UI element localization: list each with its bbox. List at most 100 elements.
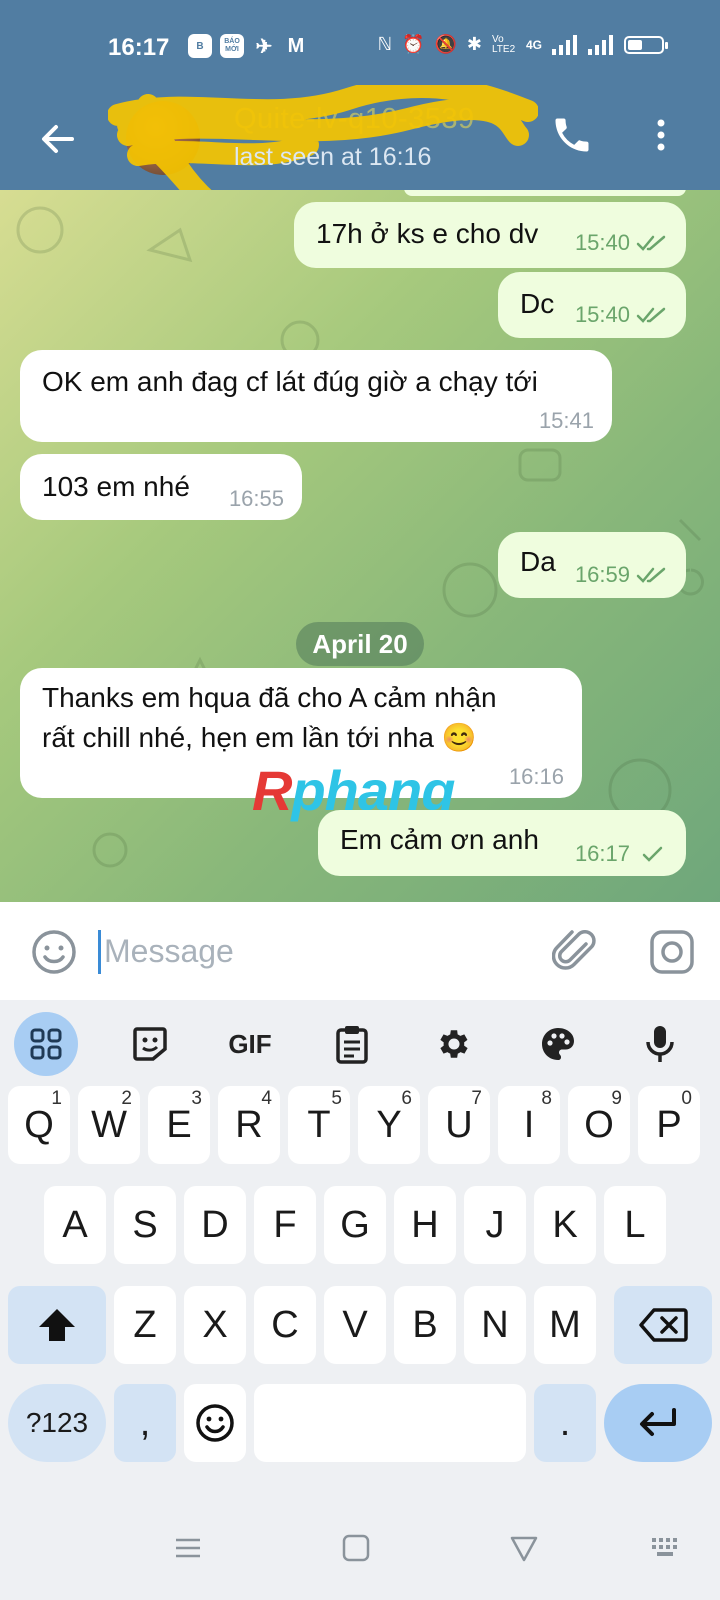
- key-w[interactable]: W2: [78, 1086, 140, 1164]
- key-j[interactable]: J: [464, 1186, 526, 1264]
- key-q[interactable]: Q1: [8, 1086, 70, 1164]
- voice-input-button[interactable]: [628, 1012, 692, 1076]
- key-k[interactable]: K: [534, 1186, 596, 1264]
- keyboard-hide-icon[interactable]: [650, 1532, 682, 1564]
- period-key[interactable]: .: [534, 1384, 596, 1462]
- key-l[interactable]: L: [604, 1186, 666, 1264]
- message-meta: 16:59: [575, 562, 668, 588]
- double-check-icon: [636, 567, 666, 583]
- chat-area[interactable]: 17h ở ks e cho dv 15:40 Dc 15:40 OK em a…: [0, 190, 720, 902]
- key-u[interactable]: U7: [428, 1086, 490, 1164]
- key-f[interactable]: F: [254, 1186, 316, 1264]
- message-bubble-outgoing[interactable]: 17h ở ks e cho dv 15:40: [294, 202, 686, 268]
- message-bubble-incoming[interactable]: OK em anh đag cf lát đúg giờ a chạy tới …: [20, 350, 612, 442]
- status-bar: 16:17 B BÁO MỚI ✈ M ℕ ⏰ 🔕 ✱ Vo LTE2 4G: [0, 0, 720, 95]
- gear-icon: [440, 1030, 468, 1058]
- shift-arrow-icon: [39, 1309, 75, 1341]
- sticker-button[interactable]: [118, 1012, 182, 1076]
- key-h[interactable]: H: [394, 1186, 456, 1264]
- backspace-icon: [639, 1308, 688, 1342]
- enter-key[interactable]: [604, 1384, 712, 1462]
- theme-button[interactable]: [526, 1012, 590, 1076]
- message-text: Da: [520, 546, 556, 577]
- message-text-line-2: rất chill nhé, hẹn em lần tới nha 😊: [42, 722, 477, 753]
- clipboard-button[interactable]: [320, 1012, 384, 1076]
- key-m[interactable]: M: [534, 1286, 596, 1364]
- message-bubble-incoming[interactable]: 103 em nhé 16:55: [20, 454, 302, 520]
- volte-icon: Vo LTE2: [491, 33, 516, 55]
- phone-icon[interactable]: [550, 113, 594, 157]
- message-time: 16:17: [574, 841, 630, 866]
- message-bubble-outgoing[interactable]: Dc 15:40: [498, 272, 686, 338]
- message-text: Em cảm ơn anh: [340, 824, 539, 855]
- signal-icon-2: [588, 34, 613, 55]
- key-c[interactable]: C: [254, 1286, 316, 1364]
- key-b[interactable]: B: [394, 1286, 456, 1364]
- battery-icon: [624, 35, 668, 54]
- space-key[interactable]: [254, 1384, 526, 1462]
- camera-icon[interactable]: [648, 928, 696, 976]
- navigation-bar: [0, 1500, 720, 1600]
- emoji-icon[interactable]: [30, 928, 78, 976]
- recents-icon[interactable]: [172, 1532, 204, 1564]
- double-check-icon: [636, 307, 666, 323]
- status-time: 16:17: [108, 34, 170, 61]
- message-text: 103 em nhé: [42, 471, 190, 502]
- emoji-key[interactable]: [184, 1384, 246, 1462]
- key-o[interactable]: O9: [568, 1086, 630, 1164]
- symbols-key[interactable]: ?123: [8, 1384, 106, 1462]
- signal-icon: [552, 34, 577, 55]
- message-time: 16:16: [508, 764, 564, 789]
- attach-icon[interactable]: [552, 926, 600, 976]
- message-text-line-1: Thanks em hqua đã cho A cảm nhận: [42, 682, 497, 713]
- home-icon[interactable]: [340, 1532, 372, 1564]
- key-v[interactable]: V: [324, 1286, 386, 1364]
- message-meta: 16:17: [575, 841, 668, 867]
- shift-key[interactable]: [8, 1286, 106, 1364]
- status-app-icon: B: [188, 34, 212, 58]
- key-t[interactable]: T5: [288, 1086, 350, 1164]
- key-n[interactable]: N: [464, 1286, 526, 1364]
- message-time: 15:40: [574, 302, 630, 327]
- key-s[interactable]: S: [114, 1186, 176, 1264]
- key-z[interactable]: Z: [114, 1286, 176, 1364]
- plane-icon: ✈: [255, 35, 273, 58]
- key-a[interactable]: A: [44, 1186, 106, 1264]
- key-i[interactable]: I8: [498, 1086, 560, 1164]
- comma-key[interactable]: ,: [114, 1384, 176, 1462]
- mic-icon: [646, 1026, 674, 1062]
- network-type-icon: 4G: [525, 37, 542, 52]
- message-text: OK em anh đag cf lát đúg giờ a chạy tới: [42, 366, 538, 397]
- apps-grid-button[interactable]: [14, 1012, 78, 1076]
- backspace-key[interactable]: [614, 1286, 712, 1364]
- gmail-icon: M: [287, 34, 305, 57]
- single-check-icon: [642, 846, 663, 862]
- message-bubble-outgoing[interactable]: Da 16:59: [498, 532, 686, 598]
- back-triangle-icon[interactable]: [508, 1532, 540, 1564]
- key-g[interactable]: G: [324, 1186, 386, 1264]
- text-cursor: [98, 930, 101, 974]
- key-e[interactable]: E3: [148, 1086, 210, 1164]
- settings-button[interactable]: [422, 1012, 486, 1076]
- message-bubble-outgoing[interactable]: Em cảm ơn anh 16:17: [318, 810, 686, 876]
- message-text: 17h ở ks e cho dv: [316, 218, 539, 249]
- status-app-icons: B BÁO MỚI ✈ M: [188, 34, 308, 58]
- status-indicators: ℕ ⏰ 🔕 ✱ Vo LTE2 4G: [378, 33, 668, 55]
- more-vertical-icon[interactable]: [650, 113, 672, 157]
- message-time: 16:59: [574, 562, 630, 587]
- key-r[interactable]: R4: [218, 1086, 280, 1164]
- message-meta: 15:40: [575, 230, 668, 256]
- message-text: Dc: [520, 288, 555, 319]
- gif-button[interactable]: GIF: [218, 1012, 282, 1076]
- alarm-icon: ⏰: [402, 34, 425, 54]
- double-check-icon: [636, 235, 666, 251]
- enter-arrow-icon: [640, 1408, 676, 1436]
- keyboard-toolbar: GIF: [0, 1000, 720, 1088]
- message-time: 15:40: [574, 230, 630, 255]
- key-d[interactable]: D: [184, 1186, 246, 1264]
- back-arrow-icon[interactable]: [36, 117, 80, 161]
- message-input[interactable]: [104, 924, 524, 978]
- key-p[interactable]: P0: [638, 1086, 700, 1164]
- key-x[interactable]: X: [184, 1286, 246, 1364]
- key-y[interactable]: Y6: [358, 1086, 420, 1164]
